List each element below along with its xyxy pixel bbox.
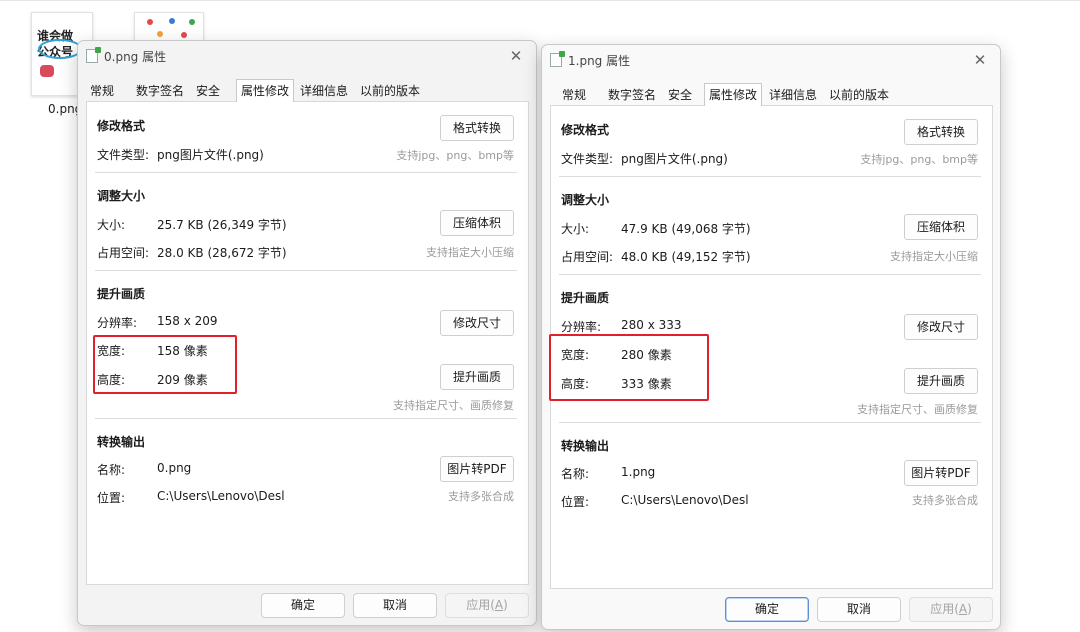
compress-button[interactable]: 压缩体积 <box>904 214 978 240</box>
section-title-format: 修改格式 <box>561 123 610 137</box>
properties-dialog-1: 1.png 属性 ✕ 常规 数字签名 安全 属性修改 详细信息 以前的版本 修改… <box>541 44 1001 630</box>
section-title-format: 修改格式 <box>97 119 146 133</box>
divider <box>95 270 517 271</box>
compress-hint: 支持指定大小压缩 <box>426 246 514 259</box>
tab-previous-versions[interactable]: 以前的版本 <box>356 81 424 101</box>
section-title-resize: 调整大小 <box>561 193 610 207</box>
tab-details[interactable]: 详细信息 <box>296 81 352 101</box>
section-title-quality: 提升画质 <box>97 287 146 301</box>
name-value: 0.png <box>157 461 192 475</box>
enhance-quality-button[interactable]: 提升画质 <box>904 368 978 394</box>
location-value: C:\Users\Lenovo\Desl <box>157 489 285 503</box>
resize-button[interactable]: 修改尺寸 <box>904 314 978 340</box>
section-title-convert: 转换输出 <box>97 435 146 449</box>
pdf-hint: 支持多张合成 <box>912 494 978 507</box>
disk-usage-label: 占用空间: <box>97 246 150 260</box>
tab-security[interactable]: 安全 <box>192 81 224 101</box>
format-hint: 支持jpg、png、bmp等 <box>396 149 514 162</box>
image-to-pdf-button[interactable]: 图片转PDF <box>440 456 514 482</box>
compress-button[interactable]: 压缩体积 <box>440 210 514 236</box>
divider <box>95 172 517 173</box>
size-label: 大小: <box>97 218 126 232</box>
close-icon[interactable]: ✕ <box>970 50 990 70</box>
image-file-icon <box>86 47 101 63</box>
tab-digital-signature[interactable]: 数字签名 <box>604 85 660 105</box>
tab-digital-signature[interactable]: 数字签名 <box>132 81 188 101</box>
title-bar[interactable]: 0.png 属性 ✕ <box>78 41 536 71</box>
file-type-label: 文件类型: <box>97 148 150 162</box>
name-label: 名称: <box>97 463 126 477</box>
apply-button[interactable]: 应用(A) <box>909 597 993 622</box>
disk-usage-value: 28.0 KB (28,672 字节) <box>157 246 287 260</box>
window-title: 0.png 属性 <box>104 50 167 64</box>
cancel-button[interactable]: 取消 <box>353 593 437 618</box>
tab-details[interactable]: 详细信息 <box>765 85 821 105</box>
file-type-value: png图片文件(.png) <box>621 152 728 166</box>
thumbnail-badge-graphic <box>40 65 54 77</box>
resolution-label: 分辨率: <box>97 316 138 330</box>
top-divider <box>0 0 1080 1</box>
apply-label-end: ) <box>967 602 972 616</box>
quality-hint: 支持指定尺寸、画质修复 <box>857 403 978 416</box>
resolution-label: 分辨率: <box>561 320 602 334</box>
apply-label: 应用( <box>466 598 495 612</box>
size-value: 25.7 KB (26,349 字节) <box>157 218 287 232</box>
pdf-hint: 支持多张合成 <box>448 490 514 503</box>
disk-usage-label: 占用空间: <box>561 250 614 264</box>
divider <box>559 274 981 275</box>
format-hint: 支持jpg、png、bmp等 <box>860 153 978 166</box>
tab-panel: 修改格式 格式转换 文件类型: png图片文件(.png) 支持jpg、png、… <box>86 101 529 585</box>
tab-bar: 常规 数字签名 安全 属性修改 详细信息 以前的版本 <box>550 83 990 106</box>
size-label: 大小: <box>561 222 590 236</box>
location-label: 位置: <box>97 491 126 505</box>
apply-access-key: A <box>494 598 504 612</box>
quality-hint: 支持指定尺寸、画质修复 <box>393 399 514 412</box>
highlight-box <box>549 334 709 401</box>
section-title-quality: 提升画质 <box>561 291 610 305</box>
location-label: 位置: <box>561 495 590 509</box>
section-title-resize: 调整大小 <box>97 189 146 203</box>
highlight-box <box>93 335 237 394</box>
divider <box>559 422 981 423</box>
cancel-button[interactable]: 取消 <box>817 597 901 622</box>
title-bar[interactable]: 1.png 属性 ✕ <box>542 45 1000 75</box>
disk-usage-value: 48.0 KB (49,152 字节) <box>621 250 751 264</box>
window-title: 1.png 属性 <box>568 54 631 68</box>
format-convert-button[interactable]: 格式转换 <box>440 115 514 141</box>
tab-bar: 常规 数字签名 安全 属性修改 详细信息 以前的版本 <box>86 79 526 102</box>
tab-security[interactable]: 安全 <box>664 85 696 105</box>
tab-property-modify[interactable]: 属性修改 <box>236 79 295 102</box>
resize-button[interactable]: 修改尺寸 <box>440 310 514 336</box>
divider <box>95 418 517 419</box>
name-label: 名称: <box>561 467 590 481</box>
name-value: 1.png <box>621 465 656 479</box>
tab-previous-versions[interactable]: 以前的版本 <box>825 85 893 105</box>
thumbnail-ring-graphic <box>38 39 82 59</box>
compress-hint: 支持指定大小压缩 <box>890 250 978 263</box>
file-type-label: 文件类型: <box>561 152 614 166</box>
divider <box>559 176 981 177</box>
ok-button[interactable]: 确定 <box>725 597 809 622</box>
resolution-value: 280 x 333 <box>621 318 682 332</box>
tab-general[interactable]: 常规 <box>86 81 118 101</box>
section-title-convert: 转换输出 <box>561 439 610 453</box>
size-value: 47.9 KB (49,068 字节) <box>621 222 751 236</box>
apply-label: 应用( <box>930 602 959 616</box>
enhance-quality-button[interactable]: 提升画质 <box>440 364 514 390</box>
tab-panel: 修改格式 格式转换 文件类型: png图片文件(.png) 支持jpg、png、… <box>549 105 993 589</box>
apply-access-key: A <box>958 602 968 616</box>
close-icon[interactable]: ✕ <box>506 46 526 66</box>
location-value: C:\Users\Lenovo\Desl <box>621 493 749 507</box>
format-convert-button[interactable]: 格式转换 <box>904 119 978 145</box>
tab-property-modify[interactable]: 属性修改 <box>704 83 763 106</box>
tab-general[interactable]: 常规 <box>558 85 590 105</box>
image-to-pdf-button[interactable]: 图片转PDF <box>904 460 978 486</box>
apply-label-end: ) <box>503 598 508 612</box>
file-type-value: png图片文件(.png) <box>157 148 264 162</box>
apply-button[interactable]: 应用(A) <box>445 593 529 618</box>
properties-dialog-0: 0.png 属性 ✕ 常规 数字签名 安全 属性修改 详细信息 以前的版本 修改… <box>77 40 537 626</box>
ok-button[interactable]: 确定 <box>261 593 345 618</box>
image-file-icon <box>550 51 565 67</box>
resolution-value: 158 x 209 <box>157 314 218 328</box>
